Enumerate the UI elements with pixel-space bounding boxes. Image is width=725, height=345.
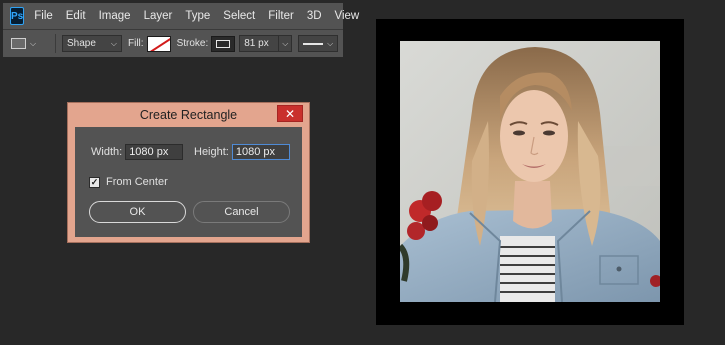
menu-type[interactable]: Type xyxy=(185,10,210,22)
close-icon: ✕ xyxy=(284,106,296,121)
from-center-checkbox[interactable]: ✓ xyxy=(89,176,100,188)
ok-button[interactable]: OK xyxy=(89,201,186,223)
close-button[interactable]: ✕ xyxy=(277,105,303,122)
line-style-sample xyxy=(303,42,324,45)
divider xyxy=(55,34,56,53)
photoshop-logo-icon[interactable]: Ps xyxy=(10,7,25,25)
stroke-width-input[interactable]: 81 px xyxy=(239,35,280,52)
checkmark-icon: ✓ xyxy=(90,176,99,187)
portrait-photo xyxy=(400,41,660,302)
from-center-label: From Center xyxy=(106,176,168,188)
chevron-down-icon: ⌵ xyxy=(282,38,289,48)
height-label: Height: xyxy=(194,146,229,158)
height-row: Height: 1080 px xyxy=(194,144,290,160)
from-center-row[interactable]: ✓ From Center xyxy=(89,176,171,188)
menu-3d[interactable]: 3D xyxy=(307,10,322,22)
menu-edit[interactable]: Edit xyxy=(66,10,86,22)
chevron-down-icon: ⌵ xyxy=(110,38,117,48)
menu-view[interactable]: View xyxy=(335,10,360,22)
chevron-down-icon: ⌵ xyxy=(327,38,334,48)
fill-label: Fill: xyxy=(128,38,144,49)
portrait-photo-graphic xyxy=(400,41,660,302)
stroke-label: Stroke: xyxy=(176,38,209,49)
options-bar: ⌵ Shape ⌵ Fill: Stroke: 81 px ⌵ ⌵ xyxy=(3,30,343,57)
chevron-down-icon: ⌵ xyxy=(30,38,37,48)
menu-layer[interactable]: Layer xyxy=(144,10,173,22)
dialog-body: Width: 1080 px Height: 1080 px ✓ From Ce… xyxy=(75,127,302,237)
width-input[interactable]: 1080 px xyxy=(125,144,184,160)
menu-select[interactable]: Select xyxy=(223,10,255,22)
stroke-width-dropdown[interactable]: ⌵ xyxy=(279,35,293,52)
tool-mode-value: Shape xyxy=(67,38,96,49)
menu-file[interactable]: File xyxy=(34,10,53,22)
width-row: Width: 1080 px xyxy=(91,144,184,160)
dialog-titlebar[interactable]: Create Rectangle ✕ xyxy=(68,103,309,127)
width-label: Width: xyxy=(91,146,123,158)
cancel-button[interactable]: Cancel xyxy=(193,201,290,223)
rectangle-tool-icon xyxy=(11,38,26,49)
menu-filter[interactable]: Filter xyxy=(268,10,294,22)
stroke-swatch-icon[interactable] xyxy=(211,35,236,52)
stroke-sample xyxy=(216,39,231,48)
create-rectangle-dialog: Create Rectangle ✕ Width: 1080 px Height… xyxy=(67,102,310,243)
menu-bar: Ps File Edit Image Layer Type Select Fil… xyxy=(3,3,359,30)
height-input[interactable]: 1080 px xyxy=(231,144,290,160)
dialog-title: Create Rectangle xyxy=(139,108,238,122)
menu-image[interactable]: Image xyxy=(99,10,131,22)
striped-shirt xyxy=(500,236,555,302)
tool-mode-select[interactable]: Shape ⌵ xyxy=(62,35,122,52)
fill-swatch-icon[interactable] xyxy=(146,35,171,52)
document-canvas[interactable] xyxy=(376,19,684,325)
tool-preset-picker[interactable]: ⌵ xyxy=(11,34,49,53)
stroke-type-select[interactable]: ⌵ xyxy=(298,35,339,52)
